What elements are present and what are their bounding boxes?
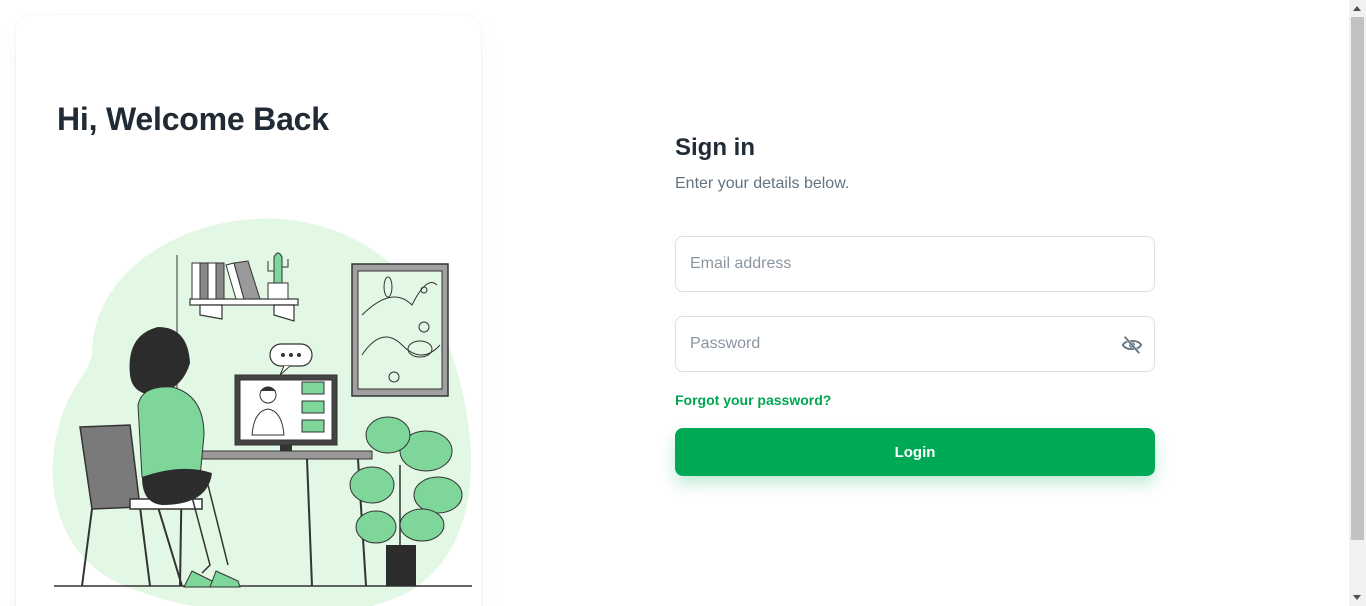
password-field-wrapper: [675, 316, 1155, 372]
eye-off-icon[interactable]: [1120, 333, 1144, 357]
password-input[interactable]: [676, 317, 1154, 371]
scroll-down-icon[interactable]: [1353, 595, 1361, 600]
page: Hi, Welcome Back Sign in Enter your deta…: [0, 0, 1366, 606]
vertical-scrollbar[interactable]: [1349, 0, 1366, 606]
welcome-heading: Hi, Welcome Back: [57, 101, 329, 137]
remote-work-illustration: [52, 218, 472, 606]
forgot-password-link[interactable]: Forgot your password?: [675, 392, 831, 408]
login-button[interactable]: Login: [675, 428, 1155, 476]
scroll-up-icon[interactable]: [1353, 6, 1361, 11]
signin-title: Sign in: [675, 134, 755, 161]
email-field-wrapper: [675, 236, 1155, 292]
email-input[interactable]: [676, 237, 1154, 291]
signin-subtitle: Enter your details below.: [675, 175, 850, 192]
signin-form: Sign in Enter your details below. Forgot…: [675, 130, 1155, 476]
welcome-panel: Hi, Welcome Back: [16, 15, 481, 606]
scrollbar-thumb[interactable]: [1351, 17, 1364, 540]
